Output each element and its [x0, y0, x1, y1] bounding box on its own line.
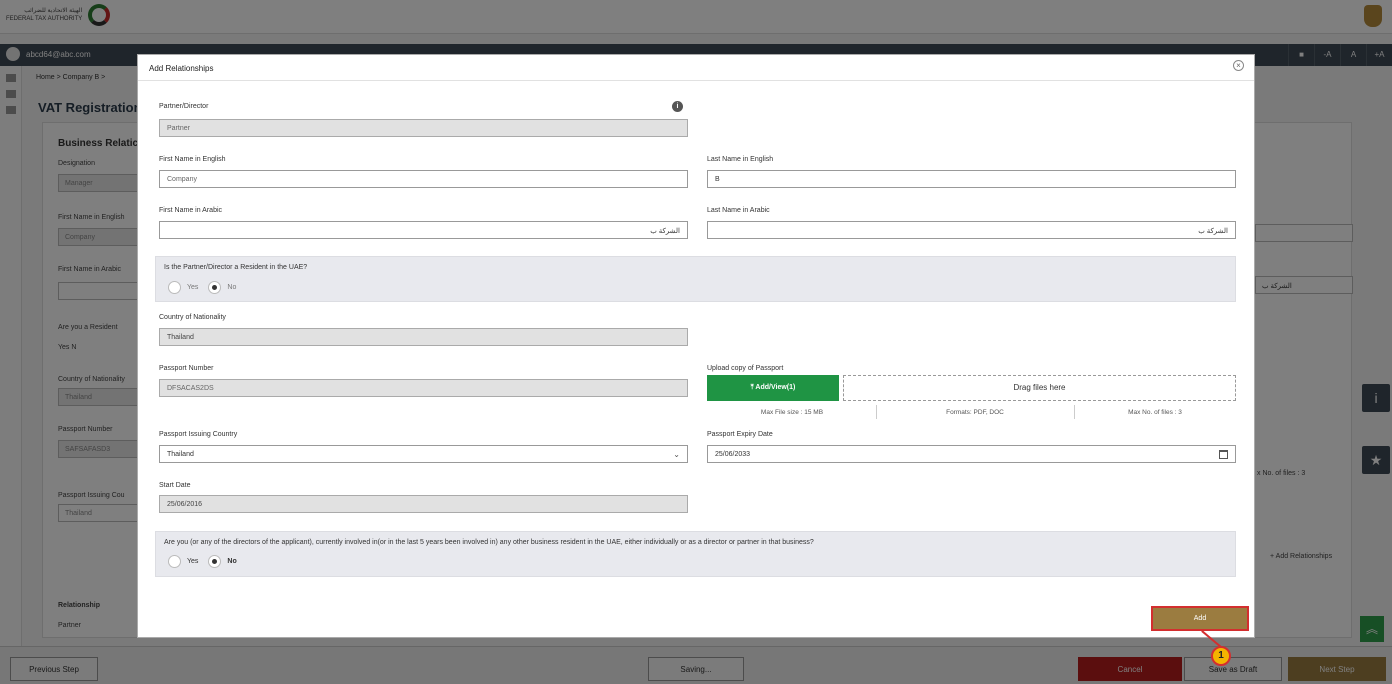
modal-header: Add Relationships ×	[138, 55, 1254, 81]
file-dropzone[interactable]: Drag files here	[843, 375, 1236, 401]
add-button[interactable]: Add	[1151, 606, 1249, 631]
resident-panel	[155, 256, 1236, 302]
issuing-country-label: Passport Issuing Country	[159, 431, 238, 438]
passport-number-label: Passport Number	[159, 365, 214, 372]
business-no-radio[interactable]	[208, 555, 222, 568]
resident-yes-radio[interactable]	[168, 281, 181, 294]
last-name-en-input[interactable]: B	[707, 170, 1236, 188]
resident-no-label: No	[227, 284, 237, 291]
partner-director-label: Partner/Director	[159, 103, 209, 110]
nationality-label: Country of Nationality	[159, 314, 226, 321]
resident-radio-group: Yes No	[168, 281, 236, 294]
expiry-date-input[interactable]: 25/06/2033	[707, 445, 1236, 463]
start-date-field: 25/06/2016	[159, 495, 688, 513]
expiry-date-label: Passport Expiry Date	[707, 431, 773, 438]
modal-title: Add Relationships	[149, 64, 214, 73]
close-icon[interactable]: ×	[1233, 60, 1244, 71]
first-name-ar-label: First Name in Arabic	[159, 207, 223, 214]
last-name-en-label: Last Name in English	[707, 156, 774, 163]
add-view-upload-button[interactable]: ⤒ Add/View(1)	[707, 375, 839, 401]
upload-passport-label: Upload copy of Passport	[707, 365, 784, 372]
info-icon[interactable]: i	[672, 101, 683, 112]
expiry-date-value: 25/06/2033	[715, 451, 751, 458]
partner-director-field: Partner	[159, 119, 688, 137]
resident-question: Is the Partner/Director a Resident in th…	[164, 264, 308, 271]
step-callout-badge: 1	[1211, 646, 1231, 666]
calendar-icon[interactable]	[1219, 450, 1228, 459]
first-name-en-label: First Name in English	[159, 156, 226, 163]
business-yes-label: Yes	[187, 558, 199, 565]
business-no-label: No	[227, 558, 237, 565]
file-formats: Formats: PDF, DOC	[946, 409, 1004, 416]
upload-icon: ⤒	[750, 384, 754, 391]
first-name-en-input[interactable]: Company	[159, 170, 688, 188]
upload-button-label: Add/View(1)	[755, 384, 796, 391]
last-name-ar-input[interactable]: الشركة ب	[707, 221, 1236, 239]
first-name-ar-input[interactable]: الشركة ب	[159, 221, 688, 239]
issuing-country-select[interactable]: Thailand ⌄	[159, 445, 688, 463]
issuing-country-value: Thailand	[167, 451, 194, 458]
max-file-size: Max File size : 15 MB	[760, 409, 824, 416]
add-relationships-modal: Add Relationships × Partner/Director i P…	[137, 54, 1255, 638]
start-date-label: Start Date	[159, 482, 191, 489]
business-question: Are you (or any of the directors of the …	[164, 539, 814, 546]
max-files: Max No. of files : 3	[1128, 409, 1182, 416]
chevron-down-icon: ⌄	[673, 450, 680, 459]
nationality-field: Thailand	[159, 328, 688, 346]
business-yes-radio[interactable]	[168, 555, 181, 568]
resident-yes-label: Yes	[187, 284, 199, 291]
resident-no-radio[interactable]	[208, 281, 222, 294]
business-question-panel	[155, 531, 1236, 577]
passport-number-field: DFSACAS2DS	[159, 379, 688, 397]
business-radio-group: Yes No	[168, 555, 237, 568]
last-name-ar-label: Last Name in Arabic	[707, 207, 770, 214]
